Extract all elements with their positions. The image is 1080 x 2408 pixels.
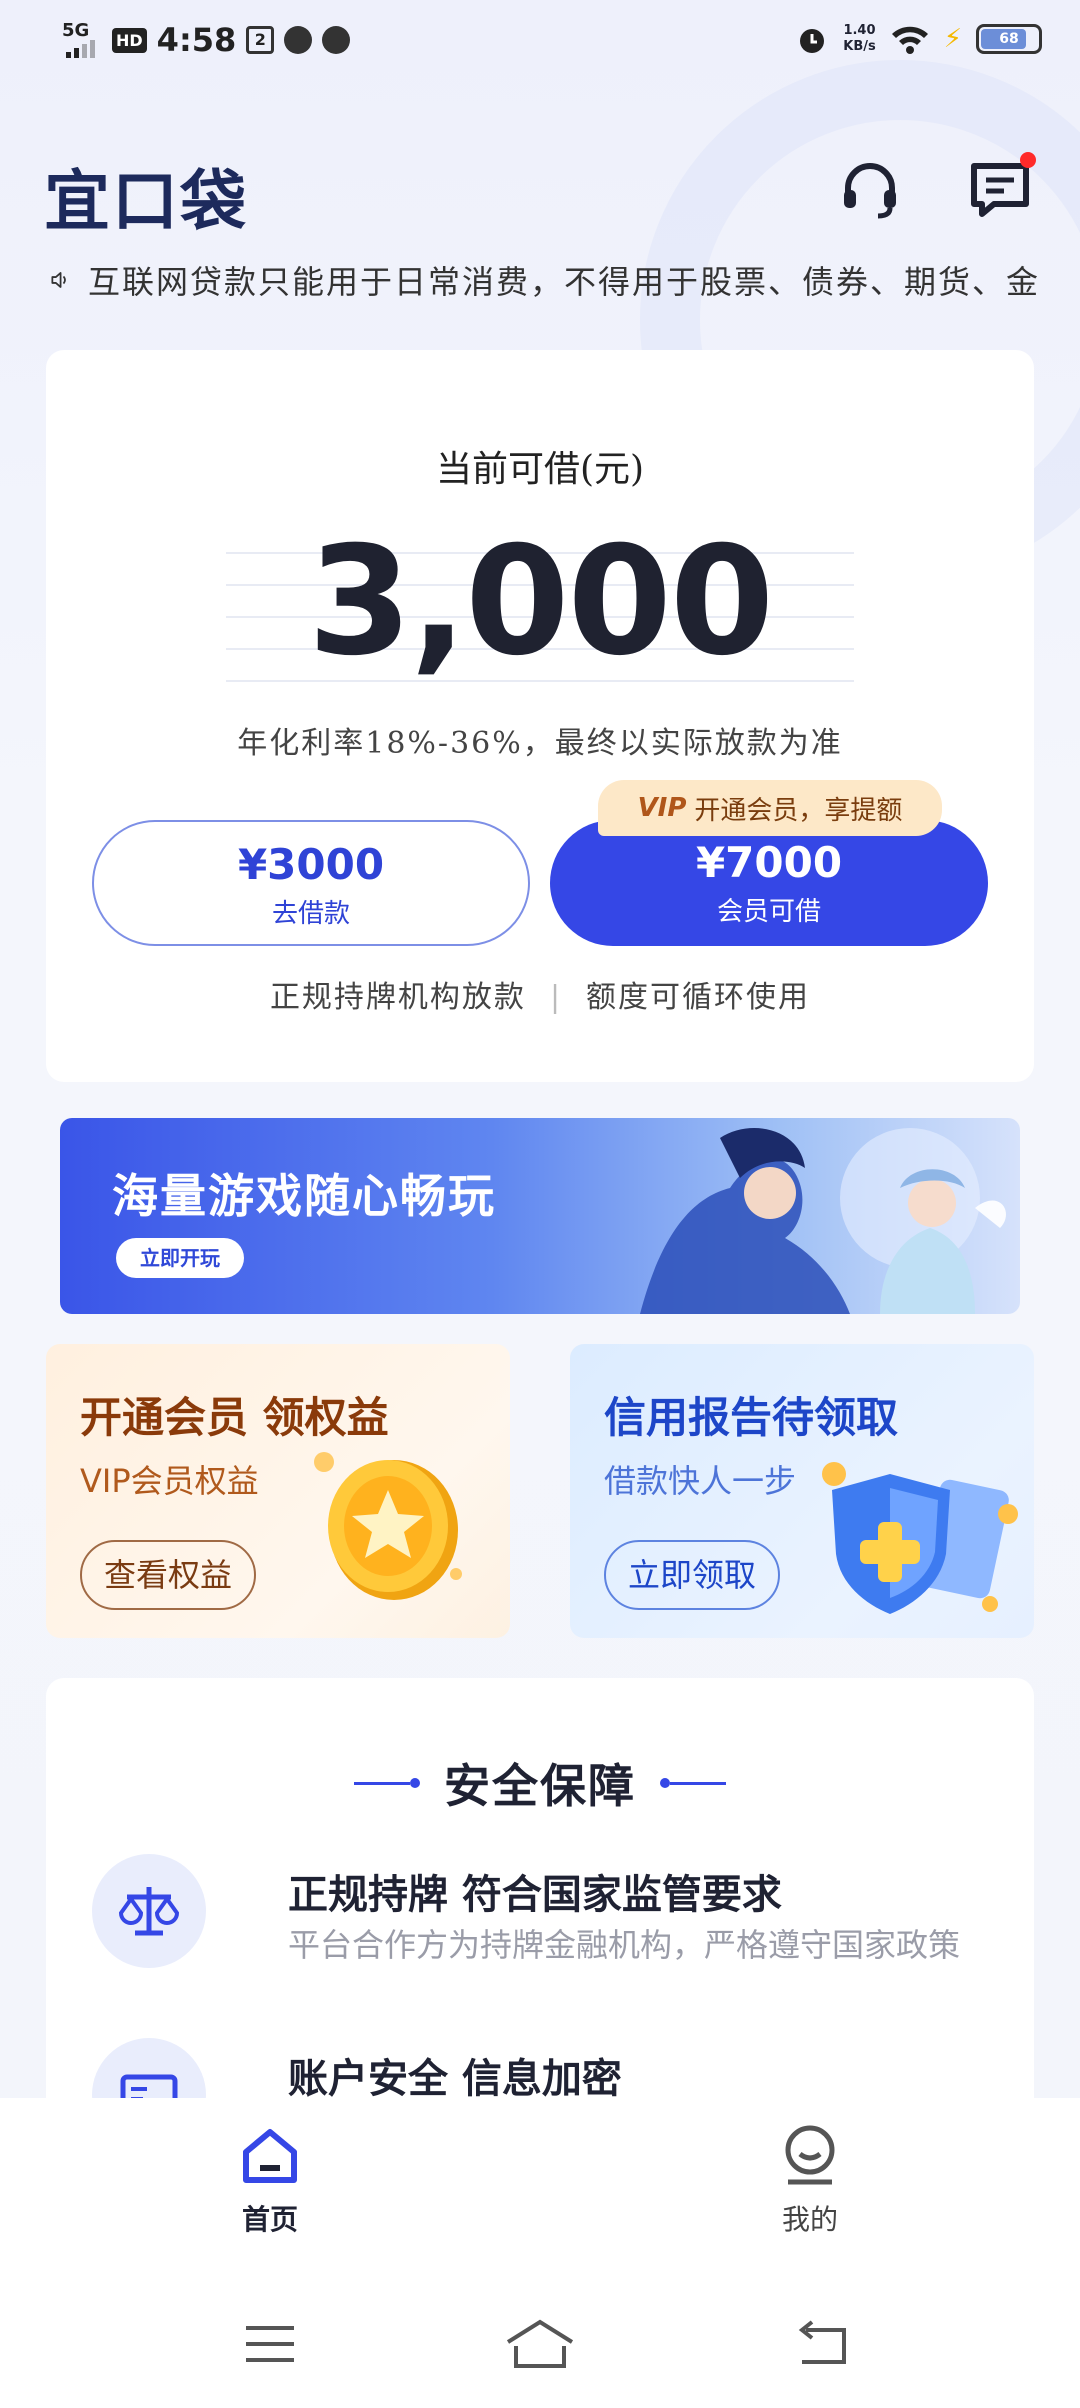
trust-line: 正规持牌机构放款 | 额度可循环使用 xyxy=(46,972,1034,1016)
security-title: 安全保障 xyxy=(444,1759,636,1813)
security-item-heading: 账户安全 信息加密 xyxy=(288,2056,622,2102)
security-item-desc: 平台合作方为持牌金融机构，严格遵守国家政策 xyxy=(288,1926,961,1964)
unread-badge xyxy=(1020,152,1036,168)
claim-now-button[interactable]: 立即领取 xyxy=(604,1540,780,1610)
network-type: 5G xyxy=(62,20,90,41)
gold-coin-icon xyxy=(314,1452,462,1600)
security-title-row: 安全保障 xyxy=(46,1750,1034,1816)
vip-promo-subtitle: VIP会员权益 xyxy=(80,1462,259,1500)
trust-revolving: 额度可循环使用 xyxy=(586,980,811,1015)
vip-amount: ¥7000 xyxy=(695,838,843,887)
security-item-heading: 正规持牌 符合国家监管要求 xyxy=(288,1872,782,1918)
available-amount-title: 当前可借(元) xyxy=(435,449,645,490)
title-decoration-left xyxy=(354,1778,420,1788)
battery-icon: 68 xyxy=(976,24,1042,54)
clock-time: 4:58 xyxy=(156,21,237,59)
wifi-icon xyxy=(891,26,928,54)
shield-icon xyxy=(822,1462,1018,1614)
borrow-label: 去借款 xyxy=(271,899,350,929)
fire-notification-icon xyxy=(322,26,351,54)
tab-mine[interactable]: 我的 xyxy=(740,2124,880,2254)
vip-badge: VIP xyxy=(637,793,687,823)
back-icon[interactable] xyxy=(792,2316,852,2372)
charging-icon: ⚡ xyxy=(943,24,962,54)
amount-area: 3,000 xyxy=(226,522,854,682)
vip-tag-text: 开通会员，享提额 xyxy=(694,795,903,826)
app-notification-icon xyxy=(284,26,313,54)
notification-icon: 2 xyxy=(246,26,275,54)
notice-text: 互联网贷款只能用于日常消费，不得用于股票、债券、期货、金 xyxy=(87,263,1040,301)
scale-icon xyxy=(92,1854,206,1968)
system-nav-bar xyxy=(0,2282,1080,2408)
game-banner[interactable]: 海量游戏随心畅玩 立即开玩 xyxy=(60,1118,1020,1314)
bottom-tab-bar: 首页 我的 xyxy=(0,2098,1080,2282)
hd-icon: HD xyxy=(112,27,147,53)
vip-promo-card[interactable]: 开通会员 领权益 VIP会员权益 查看权益 xyxy=(46,1344,510,1638)
available-amount: 3,000 xyxy=(307,515,774,689)
tab-home[interactable]: 首页 xyxy=(200,2124,340,2254)
system-home-icon[interactable] xyxy=(504,2316,576,2372)
message-icon[interactable] xyxy=(968,152,1036,222)
credit-report-subtitle: 借款快人一步 xyxy=(604,1462,797,1500)
alarm-icon xyxy=(800,29,825,53)
trust-separator: | xyxy=(549,980,563,1015)
app-logo: 宜口袋 xyxy=(44,162,248,240)
tab-mine-label: 我的 xyxy=(781,2203,838,2236)
credit-report-card[interactable]: 信用报告待领取 借款快人一步 立即领取 xyxy=(570,1344,1034,1638)
rate-note: 年化利率18%-36%，最终以实际放款为准 xyxy=(237,726,843,761)
borrow-amount: ¥3000 xyxy=(237,840,385,889)
security-item-licensed: 正规持牌 符合国家监管要求 平台合作方为持牌金融机构，严格遵守国家政策 xyxy=(92,1854,992,1974)
game-characters-image xyxy=(640,1128,1006,1314)
banner-play-button[interactable]: 立即开玩 xyxy=(116,1238,244,1278)
headset-icon[interactable] xyxy=(838,158,902,222)
profile-icon xyxy=(785,2125,835,2185)
loan-card: 当前可借(元) 3,000 年化利率18%-36%，最终以实际放款为准 ¥300… xyxy=(46,350,1034,1082)
vip-borrow-button[interactable]: ¥7000 会员可借 xyxy=(550,820,988,946)
security-section: 安全保障 正规持牌 符合国家监管要求 平台合作方为持牌金融机构，严格遵守国家政策… xyxy=(46,1678,1034,2152)
notice-marquee[interactable]: 互联网贷款只能用于日常消费，不得用于股票、债券、期货、金 xyxy=(50,256,1040,304)
vip-promo-title: 开通会员 领权益 xyxy=(80,1393,389,1442)
signal-icon: 5G xyxy=(62,20,102,60)
title-decoration-right xyxy=(660,1778,726,1788)
status-bar: 5G HD 4:58 2 1.40 KB/s ⚡ 68 xyxy=(0,0,1080,80)
app-header: 宜口袋 xyxy=(0,140,1080,240)
credit-report-title: 信用报告待领取 xyxy=(604,1393,899,1442)
menu-icon[interactable] xyxy=(240,2316,300,2372)
trust-licensed: 正规持牌机构放款 xyxy=(269,980,526,1015)
tab-home-label: 首页 xyxy=(241,2203,298,2236)
home-icon xyxy=(243,2129,297,2183)
banner-title: 海量游戏随心畅玩 xyxy=(112,1169,496,1223)
view-benefits-button[interactable]: 查看权益 xyxy=(80,1540,256,1610)
network-speed: 1.40 KB/s xyxy=(843,23,876,54)
vip-promo-tag[interactable]: VIP 开通会员，享提额 xyxy=(598,780,942,836)
speaker-icon xyxy=(51,272,66,288)
borrow-button[interactable]: ¥3000 去借款 xyxy=(92,820,530,946)
vip-label: 会员可借 xyxy=(716,897,821,927)
